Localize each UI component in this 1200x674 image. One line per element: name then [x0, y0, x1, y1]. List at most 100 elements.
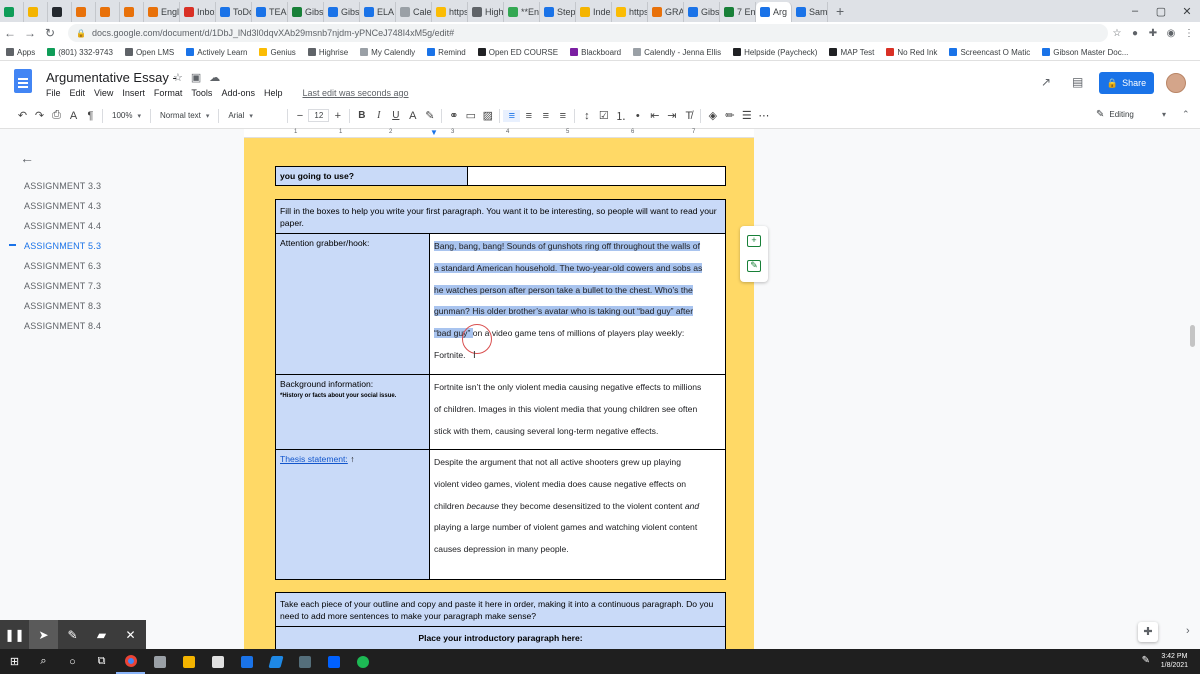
- justify-icon[interactable]: ≡: [554, 110, 571, 122]
- browser-tab[interactable]: [24, 2, 48, 22]
- bookmark-item[interactable]: Calendly - Jenna Ellis: [627, 48, 727, 57]
- bookmark-item[interactable]: Open ED COURSE: [472, 48, 564, 57]
- bookmark-item[interactable]: Open LMS: [119, 48, 180, 57]
- menu-item-insert[interactable]: Insert: [122, 88, 145, 98]
- bookmark-item[interactable]: Highrise: [302, 48, 354, 57]
- cloud-status-icon[interactable]: ☁: [209, 71, 220, 84]
- bookmark-item[interactable]: Remind: [421, 48, 472, 57]
- bookmark-item[interactable]: Genius: [253, 48, 301, 57]
- font-select[interactable]: Arial: [222, 111, 284, 120]
- increase-size-icon[interactable]: +: [329, 110, 346, 122]
- browser-tab[interactable]: Sampl: [792, 2, 828, 22]
- scrollbar[interactable]: [1190, 325, 1195, 347]
- back-icon[interactable]: ←: [0, 26, 20, 40]
- insert-image-icon[interactable]: ▨: [479, 109, 496, 122]
- outline-item[interactable]: ASSIGNMENT 3.3: [18, 176, 168, 196]
- browser-tab[interactable]: 7 Engl: [720, 2, 756, 22]
- close-icon[interactable]: ✕: [1174, 5, 1200, 18]
- checklist-icon[interactable]: ☑: [595, 109, 612, 122]
- browser-tab[interactable]: [48, 2, 72, 22]
- bold-icon[interactable]: B: [353, 110, 370, 121]
- maximize-icon[interactable]: ▢: [1148, 5, 1174, 18]
- place-intro-label[interactable]: Place your introductory paragraph here:: [276, 627, 725, 647]
- minimize-icon[interactable]: –: [1122, 5, 1148, 17]
- star-icon[interactable]: ☆: [173, 71, 183, 84]
- chrome-icon[interactable]: [116, 649, 145, 674]
- docs-logo-icon[interactable]: [14, 69, 32, 93]
- menu-item-format[interactable]: Format: [154, 88, 183, 98]
- thesis-label[interactable]: Thesis statement:: [280, 454, 348, 464]
- add-comment-icon[interactable]: ▭: [462, 109, 479, 122]
- close-icon[interactable]: ✕: [116, 620, 145, 649]
- browser-tab[interactable]: Englist: [144, 2, 180, 22]
- outline-item[interactable]: ASSIGNMENT 5.3: [18, 236, 168, 256]
- background-text-cell[interactable]: Fortnite isn’t the only violent media ca…: [430, 375, 725, 449]
- bulleted-list-icon[interactable]: •: [629, 110, 646, 122]
- browser-tab[interactable]: https:: [432, 2, 468, 22]
- bookmark-item[interactable]: No Red Ink: [880, 48, 943, 57]
- thesis-label-cell[interactable]: Thesis statement: ↑: [276, 450, 430, 579]
- back-arrow-icon[interactable]: ←: [20, 150, 168, 166]
- decrease-indent-icon[interactable]: ⇤: [646, 109, 663, 122]
- search-icon[interactable]: ⌕: [29, 649, 58, 674]
- calculator-icon[interactable]: [290, 649, 319, 674]
- pointer-icon[interactable]: ➤: [29, 620, 58, 649]
- browser-tab[interactable]: [72, 2, 96, 22]
- windows-start-icon[interactable]: ⊞: [0, 649, 29, 674]
- increase-indent-icon[interactable]: ⇥: [663, 109, 680, 122]
- browser-tab[interactable]: TEACH: [252, 2, 288, 22]
- new-tab-button[interactable]: +: [828, 3, 852, 19]
- eraser-icon[interactable]: ▰: [87, 620, 116, 649]
- browser-tab[interactable]: Step-b: [540, 2, 576, 22]
- chevron-down-icon[interactable]: ▾: [1162, 110, 1166, 119]
- bookmark-item[interactable]: Apps: [0, 48, 41, 57]
- chevron-up-icon[interactable]: ⌃: [1182, 109, 1190, 120]
- numbered-list-icon[interactable]: ⒈: [612, 108, 629, 124]
- dropbox-icon[interactable]: [319, 649, 348, 674]
- move-folder-icon[interactable]: ▣: [191, 71, 201, 84]
- browser-tab[interactable]: Gibson: [684, 2, 720, 22]
- share-button[interactable]: 🔒 Share: [1099, 72, 1154, 94]
- outline-item[interactable]: ASSIGNMENT 4.3: [18, 196, 168, 216]
- screencast-icon[interactable]: [145, 649, 174, 674]
- avatar[interactable]: [1166, 73, 1186, 93]
- forward-icon[interactable]: →: [20, 26, 40, 40]
- bookmark-item[interactable]: Actively Learn: [180, 48, 253, 57]
- browser-tab[interactable]: ToDo: [216, 2, 252, 22]
- browser-tab[interactable]: [96, 2, 120, 22]
- hook-label-cell[interactable]: Attention grabber/hook:: [276, 234, 430, 374]
- star-icon[interactable]: ☆: [1108, 28, 1126, 39]
- indent-marker-icon[interactable]: ▼: [430, 128, 438, 137]
- menu-item-edit[interactable]: Edit: [70, 88, 86, 98]
- extension-icon[interactable]: ●: [1126, 28, 1144, 39]
- zoom-select[interactable]: 100%: [106, 111, 147, 120]
- store-icon[interactable]: [203, 649, 232, 674]
- pen-icon[interactable]: ✎: [58, 620, 87, 649]
- fill-color-icon[interactable]: ◈: [704, 109, 721, 122]
- style-select[interactable]: Normal text: [154, 111, 215, 120]
- document-page[interactable]: you going to use? Fill in the boxes to h…: [244, 138, 754, 650]
- decrease-size-icon[interactable]: −: [291, 110, 308, 122]
- browser-tab[interactable]: [120, 2, 144, 22]
- line-spacing-icon[interactable]: ↕: [578, 110, 595, 122]
- pause-icon[interactable]: ❚❚: [0, 620, 29, 649]
- italic-icon[interactable]: I: [370, 110, 387, 121]
- instruction-cell[interactable]: Fill in the boxes to help you write your…: [276, 200, 725, 234]
- bookmark-item[interactable]: (801) 332-9743: [41, 48, 119, 57]
- browser-tab[interactable]: Calenc: [396, 2, 432, 22]
- underline-icon[interactable]: U: [387, 110, 404, 121]
- undo-icon[interactable]: ↶: [14, 109, 31, 122]
- browser-tab[interactable]: https:: [612, 2, 648, 22]
- spotify-icon[interactable]: [348, 649, 377, 674]
- menu-item-file[interactable]: File: [46, 88, 61, 98]
- bookmark-item[interactable]: My Calendly: [354, 48, 421, 57]
- menu-item-tools[interactable]: Tools: [191, 88, 212, 98]
- font-size-input[interactable]: 12: [308, 109, 330, 122]
- outline-item[interactable]: ASSIGNMENT 6.3: [18, 256, 168, 276]
- browser-tab[interactable]: Highri: [468, 2, 504, 22]
- align-left-icon[interactable]: ≡: [503, 109, 521, 122]
- pen-tray-icon[interactable]: ✎: [1142, 655, 1150, 666]
- document-title[interactable]: Argumentative Essay -: [46, 70, 177, 85]
- browser-tab[interactable]: Inbox: [180, 2, 216, 22]
- chevron-right-icon[interactable]: ›: [1186, 625, 1190, 637]
